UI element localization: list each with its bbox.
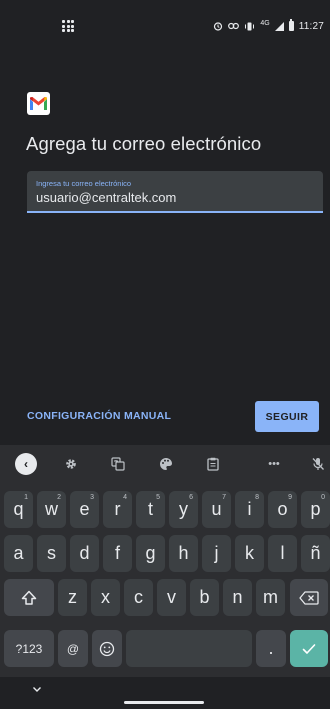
key-hint: 1 <box>24 494 28 501</box>
symbols-key[interactable]: ?123 <box>4 630 54 667</box>
key-z[interactable]: z <box>58 579 87 616</box>
period-key[interactable]: . <box>256 630 286 667</box>
key-label: i <box>247 499 252 519</box>
backspace-key[interactable] <box>290 579 328 616</box>
key-b[interactable]: b <box>190 579 219 616</box>
backspace-icon <box>299 590 319 605</box>
collapse-keyboard-icon[interactable]: ‹ <box>15 453 37 475</box>
apps-grid-icon <box>62 20 74 32</box>
key-i[interactable]: i8 <box>235 491 264 528</box>
home-gesture-handle[interactable] <box>124 701 204 704</box>
at-key[interactable]: @ <box>58 630 88 667</box>
key-label: e <box>79 499 90 519</box>
key-hint: 2 <box>57 494 61 501</box>
key-r[interactable]: r4 <box>103 491 132 528</box>
link-icon <box>228 22 240 30</box>
alarm-icon <box>214 22 223 31</box>
key-u[interactable]: u7 <box>202 491 231 528</box>
shift-icon <box>21 590 37 605</box>
key-hint: 5 <box>156 494 160 501</box>
key-m[interactable]: m <box>256 579 285 616</box>
page-title: Agrega tu correo electrónico <box>26 133 262 154</box>
key-w[interactable]: w2 <box>37 491 66 528</box>
palette-icon[interactable] <box>155 453 177 475</box>
more-icon[interactable]: ••• <box>263 453 285 475</box>
key-hint: 6 <box>189 494 193 501</box>
key-label: y <box>179 499 188 519</box>
key-l[interactable]: l <box>268 535 297 572</box>
key-hint: 9 <box>288 494 292 501</box>
vibrate-icon <box>245 22 255 30</box>
key-q[interactable]: q1 <box>4 491 33 528</box>
mic-off-icon[interactable] <box>307 453 329 475</box>
key-label: r <box>114 499 121 519</box>
key-n[interactable]: n <box>223 579 252 616</box>
keyboard-keys: q1 w2 e3 r4 t5 y6 u7 i8 o9 p0 a s d f g … <box>0 482 330 677</box>
key-y[interactable]: y6 <box>169 491 198 528</box>
key-label: o <box>277 499 288 519</box>
key-v[interactable]: v <box>157 579 186 616</box>
key-hint: 4 <box>123 494 127 501</box>
translate-icon[interactable] <box>107 453 129 475</box>
key-d[interactable]: d <box>70 535 99 572</box>
key-hint: 0 <box>321 494 325 501</box>
key-f[interactable]: f <box>103 535 132 572</box>
settings-icon[interactable] <box>60 453 82 475</box>
key-hint: 3 <box>90 494 94 501</box>
battery-icon <box>288 19 294 31</box>
chevron-down-icon[interactable] <box>32 686 42 693</box>
key-label: w <box>45 499 58 519</box>
keyboard-toolbar: ‹ ••• <box>0 445 330 482</box>
status-icons: 4G 11:27 <box>213 18 324 34</box>
status-bar: 4G 11:27 <box>0 0 330 56</box>
key-e[interactable]: e3 <box>70 491 99 528</box>
key-n-tilde[interactable]: ñ <box>301 535 330 572</box>
clock: 11:27 <box>298 20 324 32</box>
emoji-key[interactable] <box>92 630 122 667</box>
key-j[interactable]: j <box>202 535 231 572</box>
key-p[interactable]: p0 <box>301 491 330 528</box>
key-label: t <box>147 499 153 519</box>
key-x[interactable]: x <box>91 579 120 616</box>
key-t[interactable]: t5 <box>136 491 165 528</box>
key-h[interactable]: h <box>169 535 198 572</box>
key-label: u <box>211 499 222 519</box>
keyboard: ‹ ••• q1 w2 e3 r4 t5 y6 u7 i8 o9 p0 a s … <box>0 445 330 677</box>
key-k[interactable]: k <box>235 535 264 572</box>
key-hint: 8 <box>255 494 259 501</box>
gmail-logo <box>27 92 50 115</box>
emoji-icon <box>99 641 115 656</box>
key-a[interactable]: a <box>4 535 33 572</box>
key-g[interactable]: g <box>136 535 165 572</box>
key-hint: 7 <box>222 494 226 501</box>
network-type: 4G <box>260 19 270 27</box>
clipboard-icon[interactable] <box>202 453 224 475</box>
space-key[interactable] <box>126 630 252 667</box>
signal-icon <box>274 21 284 31</box>
check-icon <box>302 643 316 654</box>
next-button[interactable]: SEGUIR <box>255 401 319 432</box>
key-c[interactable]: c <box>124 579 153 616</box>
key-label: q <box>13 499 24 519</box>
key-label: p <box>310 499 321 519</box>
email-field[interactable]: Ingresa tu correo electrónico usuario@ce… <box>27 171 323 213</box>
navigation-bar <box>0 677 330 709</box>
manual-setup-button[interactable]: CONFIGURACIÓN MANUAL <box>27 410 171 422</box>
key-o[interactable]: o9 <box>268 491 297 528</box>
shift-key[interactable] <box>4 579 54 616</box>
key-s[interactable]: s <box>37 535 66 572</box>
enter-key[interactable] <box>290 630 328 667</box>
